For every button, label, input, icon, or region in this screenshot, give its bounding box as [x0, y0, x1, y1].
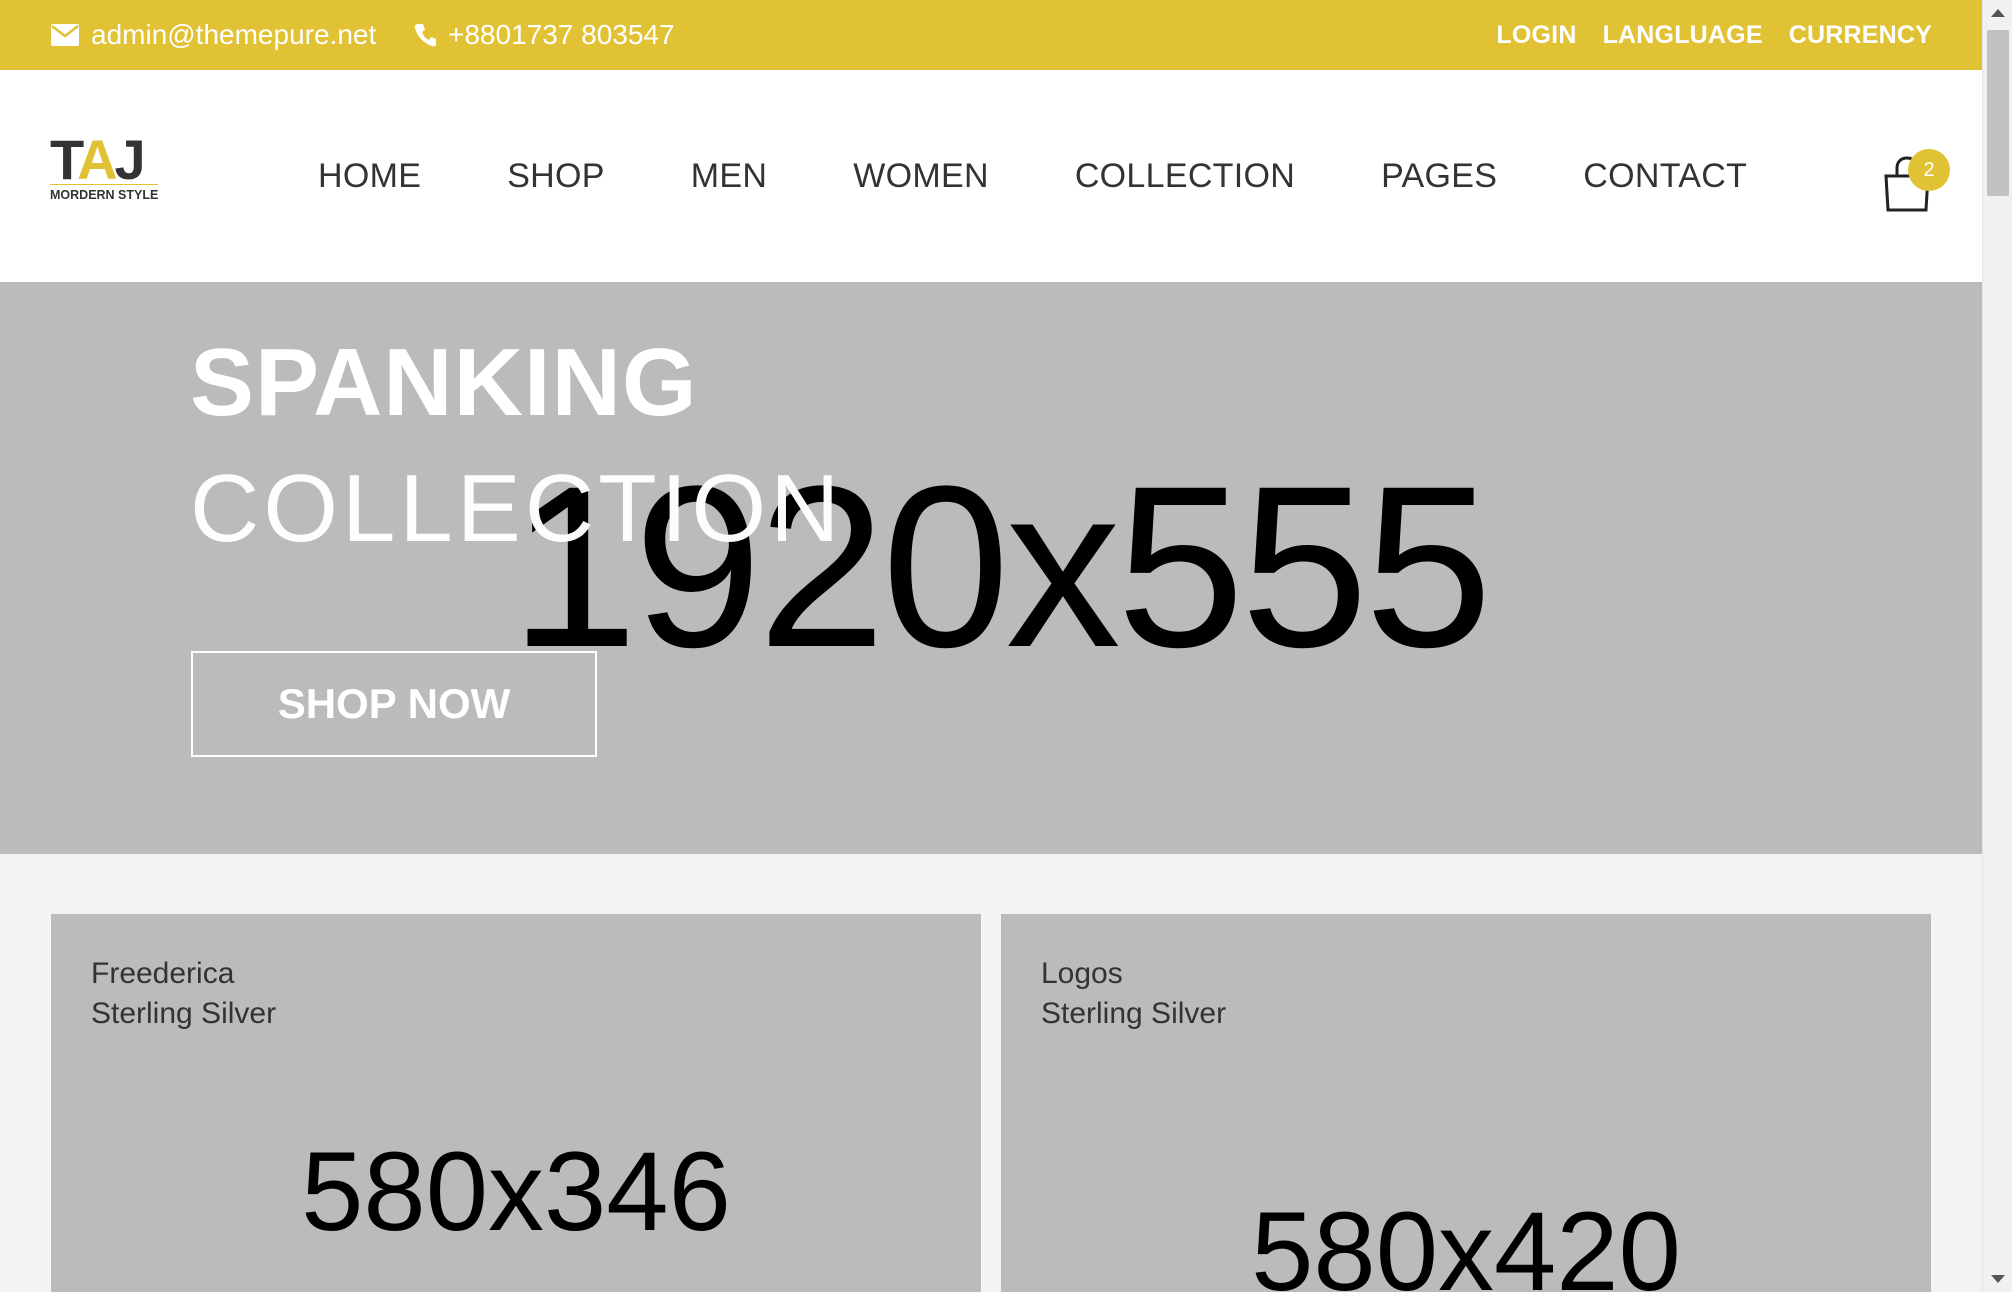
- language-link[interactable]: LANGLUAGE: [1603, 21, 1763, 50]
- logo-mark: TAJ: [50, 132, 146, 188]
- logo-mark-text: TAJ: [50, 128, 146, 191]
- banner-placeholder-label: 580x420: [1251, 1189, 1681, 1292]
- hero-title: SPANKING: [190, 329, 698, 436]
- scrollbar-thumb[interactable]: [1987, 30, 2009, 196]
- banner-subtitle: Sterling Silver: [1041, 997, 1227, 1030]
- logo[interactable]: TAJ MORDERN STYLE: [50, 132, 160, 204]
- banner-title: Logos: [1041, 957, 1123, 990]
- banner-placeholder-label: 580x346: [301, 1129, 731, 1254]
- banner-subtitle: Sterling Silver: [91, 997, 277, 1030]
- top-bar: admin@themepure.net +8801737 803547 LOGI…: [0, 0, 1982, 70]
- nav-contact[interactable]: CONTACT: [1583, 157, 1747, 196]
- hero-slider: 1920x555 SPANKING COLLECTION SHOP NOW: [0, 282, 1982, 854]
- scroll-up-arrow-icon[interactable]: [1983, 0, 2012, 26]
- nav-home[interactable]: HOME: [318, 157, 421, 196]
- phone-text: +8801737 803547: [448, 19, 675, 50]
- nav-shop[interactable]: SHOP: [507, 157, 605, 196]
- hero-subtitle: COLLECTION: [190, 455, 844, 562]
- banner-freederica[interactable]: Freederica Sterling Silver 580x346: [51, 914, 981, 1292]
- nav-women[interactable]: WOMEN: [853, 157, 989, 196]
- email-text: admin@themepure.net: [91, 19, 377, 50]
- login-link[interactable]: LOGIN: [1496, 21, 1576, 50]
- envelope-icon: [51, 24, 79, 46]
- nav-pages[interactable]: PAGES: [1381, 157, 1497, 196]
- vertical-scrollbar[interactable]: [1982, 0, 2012, 1292]
- logo-tagline: MORDERN STYLE: [50, 184, 159, 202]
- topbar-links: LOGIN LANGLUAGE CURRENCY: [1496, 0, 1932, 70]
- banner-caption: Logos Sterling Silver: [1041, 954, 1226, 1034]
- main-nav: HOME SHOP MEN WOMEN COLLECTION PAGES CON…: [318, 70, 1747, 282]
- banner-caption: Freederica Sterling Silver: [91, 954, 276, 1034]
- nav-collection[interactable]: COLLECTION: [1075, 157, 1295, 196]
- nav-men[interactable]: MEN: [691, 157, 767, 196]
- cart-count-badge: 2: [1908, 149, 1950, 191]
- currency-link[interactable]: CURRENCY: [1789, 21, 1932, 50]
- shop-now-button[interactable]: SHOP NOW: [191, 651, 597, 757]
- phone-contact[interactable]: +8801737 803547: [414, 0, 675, 70]
- banner-logos[interactable]: Logos Sterling Silver 580x420: [1001, 914, 1931, 1292]
- page: admin@themepure.net +8801737 803547 LOGI…: [0, 0, 1982, 1292]
- scroll-down-arrow-icon[interactable]: [1983, 1266, 2012, 1292]
- banner-title: Freederica: [91, 957, 235, 990]
- site-header: TAJ MORDERN STYLE HOME SHOP MEN WOMEN CO…: [0, 70, 1982, 282]
- email-contact[interactable]: admin@themepure.net: [51, 0, 376, 70]
- phone-icon: [414, 23, 436, 47]
- shopping-bag-icon: [1882, 156, 1932, 216]
